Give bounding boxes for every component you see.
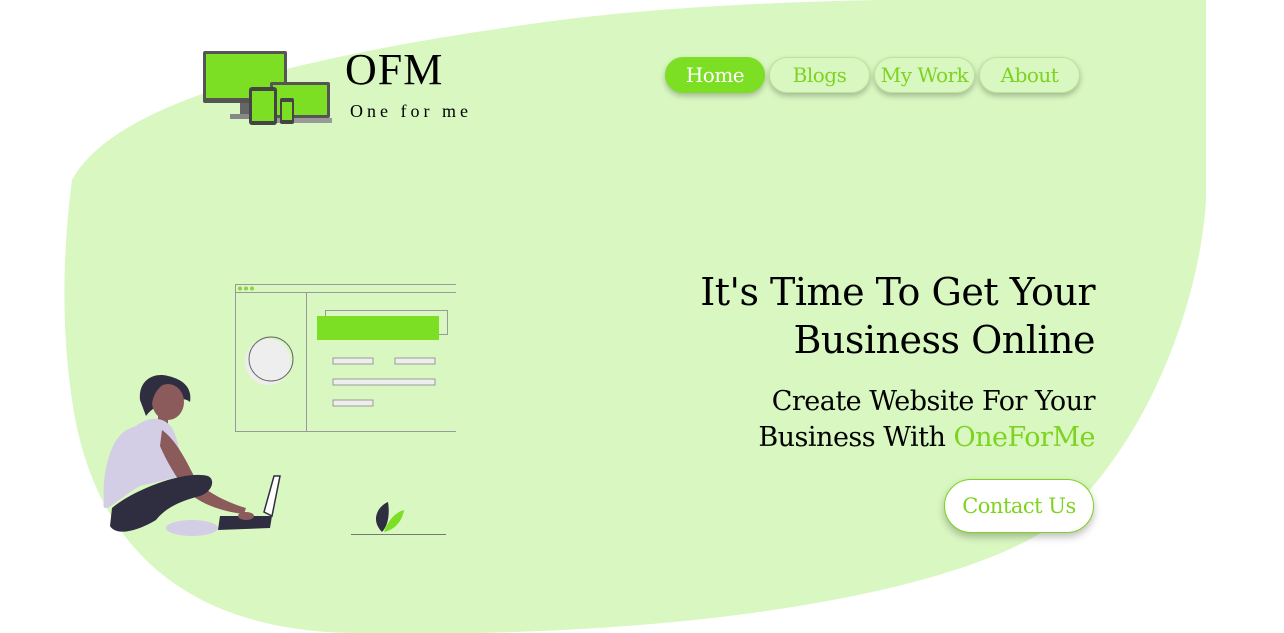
nav-about[interactable]: About (979, 57, 1080, 93)
person-with-laptop-website-mockup-icon (103, 284, 456, 536)
nav-my-work[interactable]: My Work (874, 57, 975, 93)
hero-section: It's Time To Get Your Business Online Cr… (575, 268, 1095, 456)
logo[interactable]: OFM One for me (202, 48, 492, 128)
hero-subtitle: Create Website For Your Business With On… (575, 384, 1095, 456)
hero-subtitle-line1: Create Website For Your (771, 386, 1096, 417)
landing-page: OFM One for me Home Blogs My Work About (0, 0, 1284, 633)
brand-tagline: One for me (350, 101, 472, 121)
brand-title: OFM (345, 45, 444, 94)
hero-title: It's Time To Get Your Business Online (575, 268, 1095, 364)
hero-brand-name: OneForMe (953, 422, 1095, 453)
contact-us-button[interactable]: Contact Us (944, 479, 1094, 533)
nav-home[interactable]: Home (665, 57, 765, 93)
hero-title-line2: Business Online (793, 318, 1096, 362)
nav-blogs[interactable]: Blogs (769, 57, 870, 93)
main-nav: Home Blogs My Work About (665, 57, 1080, 93)
hero-title-line1: It's Time To Get Your (700, 270, 1095, 314)
devices-icon (203, 51, 332, 125)
hero-subtitle-line2: Business With (758, 422, 954, 453)
